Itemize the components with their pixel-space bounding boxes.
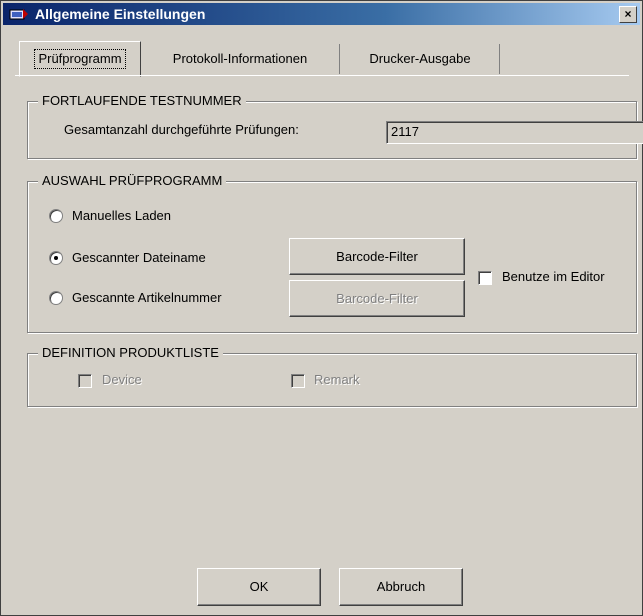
pruefprogramm-group-title: AUSWAHL PRÜFPROGRAMM bbox=[38, 173, 227, 188]
tab-pruefprogramm[interactable]: Prüfprogramm bbox=[19, 41, 141, 77]
close-icon: × bbox=[624, 7, 632, 21]
radio-gescannter-dateiname[interactable] bbox=[49, 251, 63, 265]
testcount-field[interactable]: 2117 bbox=[386, 121, 643, 144]
radio-label: Manuelles Laden bbox=[72, 208, 172, 223]
editor-checkbox-label: Benutze im Editor bbox=[502, 269, 605, 284]
radio-label: Gescannter Dateiname bbox=[72, 250, 206, 265]
remark-label: Remark bbox=[314, 372, 360, 387]
testnummer-group: FORTLAUFENDE TESTNUMMER Gesamtanzahl dur… bbox=[27, 93, 643, 159]
produktliste-group-title: DEFINITION PRODUKTLISTE bbox=[38, 345, 223, 360]
remark-checkbox bbox=[291, 374, 305, 388]
cancel-button[interactable]: Abbruch bbox=[339, 568, 463, 606]
editor-checkbox[interactable] bbox=[478, 271, 492, 285]
produktliste-group: DEFINITION PRODUKTLISTE Device Remark bbox=[27, 345, 637, 407]
tab-label: Drucker-Ausgabe bbox=[369, 51, 471, 66]
barcode-filter-button-disabled: Barcode-Filter bbox=[289, 280, 465, 317]
pruefprogramm-group: AUSWAHL PRÜFPROGRAMM Manuelles Laden Ges… bbox=[27, 173, 637, 333]
radio-label: Gescannte Artikelnummer bbox=[72, 290, 222, 305]
barcode-filter-button[interactable]: Barcode-Filter bbox=[289, 238, 465, 275]
testcount-label: Gesamtanzahl durchgeführte Prüfungen: bbox=[64, 122, 299, 137]
close-button[interactable]: × bbox=[619, 6, 637, 23]
radio-manuelles-laden[interactable] bbox=[49, 209, 63, 223]
tab-label: Prüfprogramm bbox=[34, 49, 126, 69]
title-bar[interactable]: Allgemeine Einstellungen × bbox=[3, 3, 640, 25]
ok-button[interactable]: OK bbox=[197, 568, 321, 606]
tab-protokoll-informationen[interactable]: Protokoll-Informationen bbox=[141, 44, 340, 74]
device-label: Device bbox=[102, 372, 142, 387]
settings-dialog: Allgemeine Einstellungen × Prüfprogramm … bbox=[0, 0, 643, 616]
tab-divider bbox=[15, 75, 629, 76]
tab-label: Protokoll-Informationen bbox=[172, 51, 308, 66]
radio-gescannte-artikelnummer[interactable] bbox=[49, 291, 63, 305]
device-checkbox bbox=[78, 374, 92, 388]
testnummer-group-title: FORTLAUFENDE TESTNUMMER bbox=[38, 93, 246, 108]
app-icon bbox=[9, 9, 28, 20]
tab-drucker-ausgabe[interactable]: Drucker-Ausgabe bbox=[341, 44, 500, 74]
window-title: Allgemeine Einstellungen bbox=[35, 6, 206, 22]
